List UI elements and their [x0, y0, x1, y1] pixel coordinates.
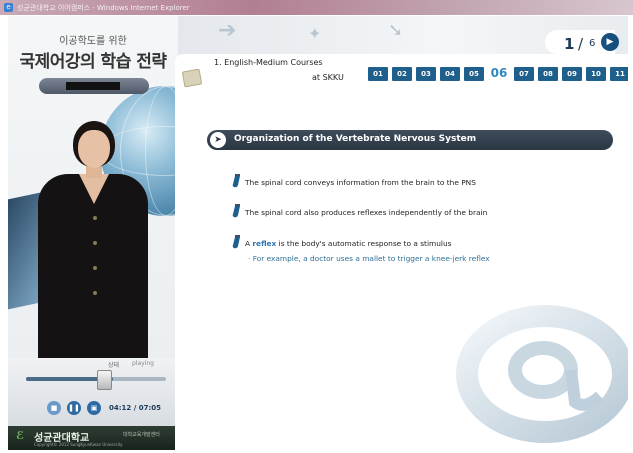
- left-panel: 이공학도를 위한 국제어강의 학습 전략 상태 playing ■ ❚❚ ▣ 0…: [8, 16, 178, 450]
- university-logo-icon: ℰ: [16, 429, 25, 442]
- pointer-icon: ➤: [210, 132, 226, 148]
- page-separator: /: [578, 35, 584, 53]
- window-title: 성균관대학교 이어캠퍼스 - Windows Internet Explorer: [17, 3, 190, 12]
- ie-icon: e: [4, 3, 13, 12]
- course-subtitle: at SKKU: [312, 73, 344, 82]
- nav-item-08[interactable]: 08: [538, 67, 558, 81]
- nav-item-02[interactable]: 02: [392, 67, 412, 81]
- test-tube-icon: [232, 235, 241, 249]
- lecture-title: 국제어강의 학습 전략: [19, 52, 167, 72]
- decorative-arrow-icon: ➘: [388, 20, 404, 41]
- time-separator: /: [133, 404, 137, 412]
- player-status-label: 상태: [108, 362, 120, 369]
- bullet-text: The spinal cord also produces reflexes i…: [245, 208, 488, 217]
- total-time: 07:05: [138, 404, 162, 412]
- reflex-keyword: reflex: [252, 239, 277, 248]
- page-total: 6: [589, 38, 596, 49]
- course-book-icon: [181, 68, 203, 88]
- bullet-text-reflex: A reflex is the body's automatic respons…: [245, 239, 451, 248]
- nav-item-07[interactable]: 07: [514, 67, 534, 81]
- time-display: 04:12 / 07:05: [109, 404, 161, 412]
- test-tube-icon: [232, 204, 241, 218]
- instructor-name-pill: [39, 78, 149, 94]
- stop-button[interactable]: ■: [47, 401, 61, 415]
- presenter-video: [33, 116, 148, 374]
- nav-item-05[interactable]: 05: [464, 67, 484, 81]
- bullet-text: The spinal cord conveys information from…: [245, 178, 476, 187]
- video-player-controls: 상태 playing ■ ❚❚ ▣ 04:12 / 07:05: [8, 358, 178, 426]
- slide-title: Organization of the Vertebrate Nervous S…: [234, 134, 477, 144]
- decorative-arrow-icon: ➔: [218, 18, 237, 43]
- nav-item-06[interactable]: 06: [488, 65, 510, 82]
- copyright-text: Copyright© 2012 SungKyunKwan University: [34, 442, 123, 447]
- bullet-suffix: is the body's automatic response to a st…: [276, 239, 452, 248]
- nav-item-01[interactable]: 01: [368, 67, 388, 81]
- course-title: 1. English-Medium Courses: [214, 58, 323, 67]
- test-tube-icon: [232, 174, 241, 188]
- course-header: 1. English-Medium Courses at SKKU 01 02 03…: [175, 54, 628, 88]
- footer-logo: ℰ 성균관대학교 대학교육개발센터 Copyright© 2012 SungKy…: [8, 426, 178, 450]
- pause-button[interactable]: ❚❚: [67, 401, 81, 415]
- lecture-subtitle: 이공학도를 위한: [59, 36, 127, 47]
- nav-item-09[interactable]: 09: [562, 67, 582, 81]
- seek-thumb[interactable]: [97, 370, 112, 390]
- nav-item-10[interactable]: 10: [586, 67, 606, 81]
- current-time: 04:12: [109, 404, 132, 412]
- page-nav: 01 02 03 04 05 06 07 08 09 10 11: [368, 65, 628, 82]
- seek-bar[interactable]: [26, 377, 166, 381]
- sub-bullet-text: · For example, a doctor uses a mallet to…: [248, 254, 490, 263]
- department-name: 대학교육개발센터: [123, 432, 160, 438]
- next-page-button[interactable]: ▶: [601, 33, 619, 51]
- redacted-bar: [66, 82, 120, 90]
- at-sign-icon: [456, 305, 628, 443]
- nav-item-03[interactable]: 03: [416, 67, 436, 81]
- slide-content: 1. English-Medium Courses at SKKU 01 02 03…: [175, 54, 628, 450]
- decorative-arrow-icon: ✦: [308, 24, 322, 43]
- page-current: 1: [564, 35, 575, 53]
- nav-item-04[interactable]: 04: [440, 67, 460, 81]
- app-frame: 이공학도를 위한 국제어강의 학습 전략 상태 playing ■ ❚❚ ▣ 0…: [8, 16, 628, 450]
- nav-item-11[interactable]: 11: [610, 67, 628, 81]
- window-titlebar: e 성균관대학교 이어캠퍼스 - Windows Internet Explor…: [0, 0, 633, 15]
- player-status-value: playing: [132, 360, 154, 367]
- fullscreen-button[interactable]: ▣: [87, 401, 101, 415]
- slide-title-bar: ➤ Organization of the Vertebrate Nervous…: [207, 130, 613, 150]
